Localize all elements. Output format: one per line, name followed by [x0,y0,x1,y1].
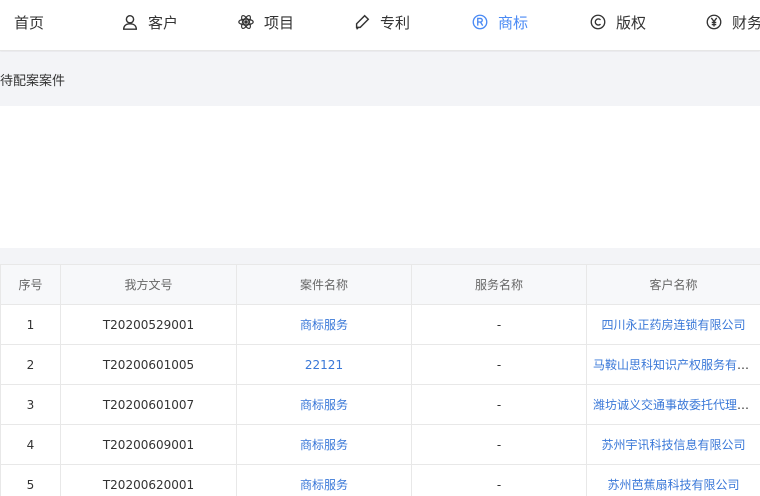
nav-trademarks[interactable]: 商标 [470,0,528,44]
case-name-link[interactable]: 商标服务 [300,398,348,412]
case-name-link[interactable]: 商标服务 [300,478,348,492]
table-row: 5 T20200620001 商标服务 - 苏州芭蕉扇科技有限公司 [0,464,760,496]
pen-icon [352,12,372,32]
top-navigation: 首页 客户 项目 专利 商标 版权 财务 [0,0,760,51]
cell-service: - [411,384,587,425]
table-row: 3 T20200601007 商标服务 - 潍坊诚义交通事故委托代理有限公司 [0,384,760,425]
cell-index: 3 [0,384,61,425]
cell-index: 4 [0,424,61,465]
nav-copyright-label: 版权 [616,13,647,32]
cell-our-ref: T20200601005 [60,344,237,385]
client-name-link[interactable]: 马鞍山思科知识产权服务有限公司 [593,358,760,372]
nav-customers-label: 客户 [148,13,179,32]
table-row: 2 T20200601005 22121 - 马鞍山思科知识产权服务有限公司 [0,344,760,385]
nav-copyright[interactable]: 版权 [588,0,646,44]
yen-icon [704,12,724,32]
nav-patents[interactable]: 专利 [352,0,410,44]
case-table: 序号 我方文号 案件名称 服务名称 客户名称 1 T20200529001 商标… [0,264,760,496]
nav-finance[interactable]: 财务 [704,0,760,44]
client-name-link[interactable]: 苏州宇讯科技信息有限公司 [601,438,745,452]
cell-service: - [411,304,587,345]
column-header-index: 序号 [0,264,61,305]
table-header-row: 序号 我方文号 案件名称 服务名称 客户名称 [0,264,760,305]
user-icon [120,12,140,32]
content-panel [0,106,760,248]
client-name-link[interactable]: 四川永正药房连锁有限公司 [601,318,745,332]
cell-our-ref: T20200620001 [60,464,237,496]
client-name-link[interactable]: 潍坊诚义交通事故委托代理有限公司 [593,398,760,412]
atom-icon [236,12,256,32]
column-header-client: 客户名称 [586,264,760,305]
nav-home[interactable]: 首页 [14,0,44,44]
cell-our-ref: T20200609001 [60,424,237,465]
nav-projects-label: 项目 [264,13,295,32]
case-table-container: 序号 我方文号 案件名称 服务名称 客户名称 1 T20200529001 商标… [0,264,760,496]
section-title: 待配案案件 [0,74,66,89]
nav-trademarks-label: 商标 [498,13,529,32]
cell-index: 2 [0,344,61,385]
nav-finance-label: 财务 [732,13,760,32]
cell-our-ref: T20200529001 [60,304,237,345]
column-header-service: 服务名称 [411,264,587,305]
cell-service: - [411,424,587,465]
table-row: 1 T20200529001 商标服务 - 四川永正药房连锁有限公司 [0,304,760,345]
cell-service: - [411,344,587,385]
cell-index: 5 [0,464,61,496]
table-row: 4 T20200609001 商标服务 - 苏州宇讯科技信息有限公司 [0,424,760,465]
client-name-link[interactable]: 苏州芭蕉扇科技有限公司 [607,478,739,492]
cell-our-ref: T20200601007 [60,384,237,425]
copyright-icon [588,12,608,32]
nav-home-label: 首页 [14,13,45,32]
cell-service: - [411,464,587,496]
cell-index: 1 [0,304,61,345]
column-header-case-name: 案件名称 [236,264,412,305]
column-header-our-ref: 我方文号 [60,264,237,305]
case-name-link[interactable]: 商标服务 [300,318,348,332]
case-name-link[interactable]: 商标服务 [300,438,348,452]
case-name-link[interactable]: 22121 [305,358,343,372]
nav-patents-label: 专利 [380,13,411,32]
nav-customers[interactable]: 客户 [120,0,178,44]
nav-projects[interactable]: 项目 [236,0,294,44]
registered-icon [470,12,490,32]
section-header: 待配案案件 [0,52,760,106]
